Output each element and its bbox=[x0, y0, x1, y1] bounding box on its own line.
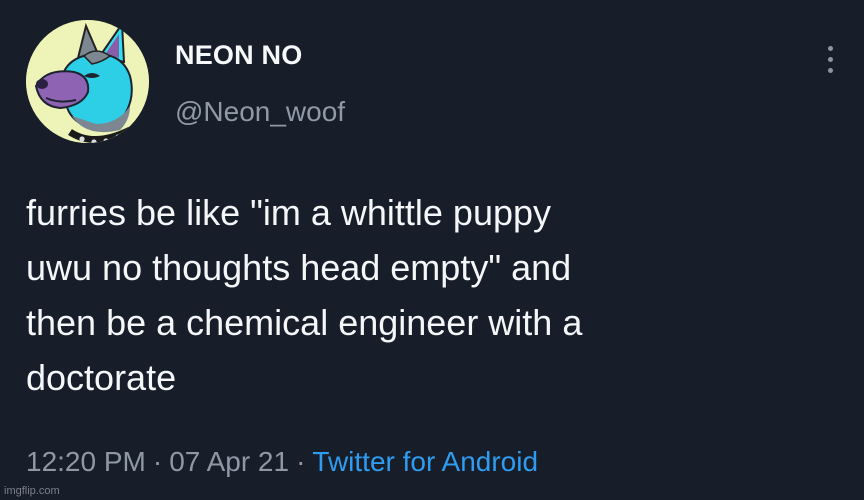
avatar[interactable] bbox=[26, 20, 149, 143]
tweet-text-line: doctorate bbox=[26, 357, 177, 398]
tweet-text-line: then be a chemical engineer with a bbox=[26, 302, 583, 343]
tweet-time[interactable]: 12:20 PM bbox=[26, 446, 146, 477]
tweet-source-link[interactable]: Twitter for Android bbox=[312, 446, 538, 477]
tweet-text: furries be like "im a whittle puppy uwu … bbox=[26, 185, 846, 405]
furry-wolf-avatar-icon bbox=[26, 20, 149, 143]
meta-separator: · bbox=[152, 446, 163, 477]
more-vertical-icon[interactable] bbox=[818, 42, 842, 78]
tweet-card: NEON NO @Neon_woof furries be like "im a… bbox=[0, 0, 864, 500]
user-handle[interactable]: @Neon_woof bbox=[175, 96, 345, 128]
meta-separator: · bbox=[296, 446, 306, 477]
tweet-text-line: uwu no thoughts head empty" and bbox=[26, 247, 572, 288]
display-name[interactable]: NEON NO bbox=[175, 40, 302, 71]
tweet-text-line: furries be like "im a whittle puppy bbox=[26, 192, 552, 233]
tweet-date[interactable]: 07 Apr 21 bbox=[169, 446, 289, 477]
tweet-metadata: 12:20 PM · 07 Apr 21 · Twitter for Android bbox=[26, 446, 538, 478]
imgflip-watermark: imgflip.com bbox=[4, 485, 60, 497]
